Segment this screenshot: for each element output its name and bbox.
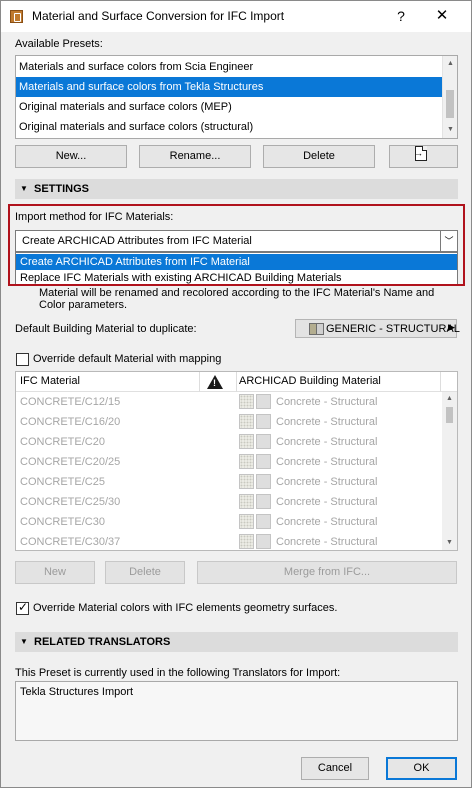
related-info-label: This Preset is currently used in the fol…: [15, 667, 341, 679]
archicad-material-cell: Concrete - Structural: [276, 436, 378, 448]
highlight-frame: [8, 204, 465, 286]
default-material-picker[interactable]: GENERIC - STRUCTURAL ▶: [295, 319, 460, 338]
ifc-material-cell: CONCRETE/C12/15: [20, 396, 121, 408]
ifc-material-cell: CONCRETE/C20/25: [20, 456, 121, 468]
override-mapping-checkbox[interactable]: [16, 353, 29, 366]
scroll-down-icon[interactable]: ▼: [442, 536, 457, 550]
translators-list: Tekla Structures Import: [15, 681, 458, 741]
settings-section-header[interactable]: ▼ SETTINGS: [15, 179, 458, 199]
scroll-up-icon[interactable]: ▲: [443, 56, 457, 72]
available-presets-label: Available Presets:: [15, 38, 103, 50]
override-mapping-label: Override default Material with mapping: [33, 353, 222, 365]
method-note-line2: Color parameters.: [39, 299, 128, 311]
close-button[interactable]: ✕: [427, 4, 457, 28]
material-color-icon: [256, 454, 271, 469]
col-archicad-material[interactable]: ARCHICAD Building Material: [239, 375, 381, 387]
archicad-material-cell: Concrete - Structural: [276, 396, 378, 408]
material-texture-icon: [239, 454, 254, 469]
translator-item: Tekla Structures Import: [20, 686, 134, 698]
material-texture-icon: [239, 434, 254, 449]
table-row[interactable]: CONCRETE/C30 Concrete - Structural: [16, 512, 441, 532]
table-header: IFC Material ARCHICAD Building Material: [16, 372, 457, 392]
override-colors-checkbox[interactable]: ✓: [16, 600, 29, 615]
presets-list[interactable]: Materials and surface colors from Scia E…: [15, 55, 458, 139]
preset-new-button[interactable]: New...: [15, 145, 127, 168]
material-color-icon: [256, 474, 271, 489]
material-texture-icon: [239, 394, 254, 409]
preset-item[interactable]: Original materials and surface colors (M…: [16, 97, 443, 117]
default-material-value: GENERIC - STRUCTURAL: [326, 323, 460, 335]
preset-delete-button[interactable]: Delete: [263, 145, 375, 168]
archicad-material-cell: Concrete - Structural: [276, 416, 378, 428]
ok-button[interactable]: OK: [386, 757, 457, 780]
material-texture-icon: [239, 514, 254, 529]
material-color-icon: [256, 494, 271, 509]
mapping-new-button[interactable]: New: [15, 561, 95, 584]
column-divider: [199, 372, 200, 392]
ifc-material-cell: CONCRETE/C25/30: [20, 496, 121, 508]
archicad-app-icon: [10, 10, 23, 23]
table-row[interactable]: CONCRETE/C20 Concrete - Structural: [16, 432, 441, 452]
preset-item-selected[interactable]: Materials and surface colors from Tekla …: [16, 77, 443, 97]
export-icon: [414, 146, 427, 161]
column-divider: [236, 372, 237, 392]
ifc-material-cell: CONCRETE/C30: [20, 516, 105, 528]
archicad-material-cell: Concrete - Structural: [276, 476, 378, 488]
cancel-button[interactable]: Cancel: [301, 757, 369, 780]
ifc-material-cell: CONCRETE/C20: [20, 436, 105, 448]
related-translators-label: RELATED TRANSLATORS: [34, 636, 171, 648]
warning-icon: [207, 375, 223, 389]
material-texture-icon: [239, 534, 254, 549]
window-title: Material and Surface Conversion for IFC …: [32, 9, 285, 23]
material-color-icon: [256, 394, 271, 409]
ifc-material-cell: CONCRETE/C16/20: [20, 416, 121, 428]
mapping-delete-button[interactable]: Delete: [105, 561, 185, 584]
material-color-icon: [256, 434, 271, 449]
table-row[interactable]: CONCRETE/C20/25 Concrete - Structural: [16, 452, 441, 472]
material-color-icon: [256, 514, 271, 529]
material-mapping-table[interactable]: IFC Material ARCHICAD Building Material …: [15, 371, 458, 551]
table-row[interactable]: CONCRETE/C30/37 Concrete - Structural: [16, 532, 441, 550]
dialog-window: Material and Surface Conversion for IFC …: [0, 0, 472, 788]
table-row[interactable]: CONCRETE/C25 Concrete - Structural: [16, 472, 441, 492]
ifc-material-cell: CONCRETE/C25: [20, 476, 105, 488]
related-translators-header[interactable]: ▼ RELATED TRANSLATORS: [15, 632, 458, 652]
collapse-triangle-icon: ▼: [20, 184, 28, 193]
material-color-icon: [256, 534, 271, 549]
settings-header-label: SETTINGS: [34, 183, 90, 195]
table-row[interactable]: CONCRETE/C16/20 Concrete - Structural: [16, 412, 441, 432]
collapse-triangle-icon: ▼: [20, 637, 28, 646]
arrow-right-icon: ▶: [448, 322, 455, 332]
help-button[interactable]: ?: [386, 4, 416, 28]
ifc-material-cell: CONCRETE/C30/37: [20, 536, 121, 548]
col-ifc-material[interactable]: IFC Material: [20, 375, 80, 387]
archicad-material-cell: Concrete - Structural: [276, 536, 378, 548]
archicad-material-cell: Concrete - Structural: [276, 516, 378, 528]
column-divider: [440, 372, 441, 392]
material-texture-icon: [239, 494, 254, 509]
material-swatch-icon: [316, 323, 324, 335]
preset-rename-button[interactable]: Rename...: [139, 145, 251, 168]
default-material-label: Default Building Material to duplicate:: [15, 323, 197, 335]
archicad-material-cell: Concrete - Structural: [276, 496, 378, 508]
title-bar[interactable]: Material and Surface Conversion for IFC …: [1, 1, 471, 32]
method-note-line1: Material will be renamed and recolored a…: [39, 287, 435, 299]
preset-item[interactable]: Materials and surface colors from Scia E…: [16, 57, 443, 77]
override-colors-label: Override Material colors with IFC elemen…: [33, 602, 338, 614]
scroll-thumb[interactable]: [446, 407, 453, 423]
archicad-material-cell: Concrete - Structural: [276, 456, 378, 468]
material-color-icon: [256, 414, 271, 429]
material-texture-icon: [239, 414, 254, 429]
table-scrollbar[interactable]: ▲ ▼: [442, 392, 457, 550]
scroll-up-icon[interactable]: ▲: [442, 392, 457, 406]
presets-scrollbar[interactable]: ▲ ▼: [442, 56, 457, 138]
scroll-thumb[interactable]: [446, 90, 454, 118]
merge-from-ifc-button[interactable]: Merge from IFC...: [197, 561, 457, 584]
table-row[interactable]: CONCRETE/C12/15 Concrete - Structural: [16, 392, 441, 412]
scroll-down-icon[interactable]: ▼: [443, 122, 457, 138]
preset-item[interactable]: Original materials and surface colors (s…: [16, 117, 443, 137]
material-texture-icon: [239, 474, 254, 489]
table-row[interactable]: CONCRETE/C25/30 Concrete - Structural: [16, 492, 441, 512]
checkmark-icon: ✓: [18, 600, 29, 614]
